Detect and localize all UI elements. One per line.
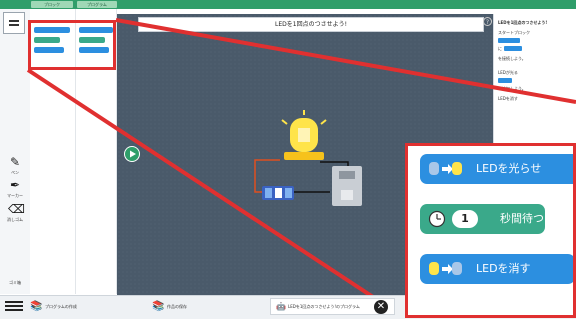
controller-icon [332, 166, 362, 206]
pen-icon[interactable]: ✎ [8, 155, 22, 169]
books-icon: 📚 [30, 301, 43, 312]
led-to-led-icon [429, 162, 462, 175]
trash-label[interactable]: ゴミ箱 [2, 280, 28, 286]
wait-seconds-value: 1 [452, 210, 478, 228]
palette-block-led-off[interactable] [34, 47, 64, 53]
bottom-tab-program[interactable]: LEDを1回点のつさせよう!のプログラム [288, 298, 360, 315]
lesson-title: LEDを1回点のつさせよう! [138, 17, 484, 32]
zoom-inset: LEDを光らせ 秒間待つ 1 LEDを消す [405, 143, 576, 318]
tab-program[interactable]: プログラム [77, 1, 117, 8]
battery-module-icon [262, 186, 294, 200]
instruction-block-chip [498, 38, 520, 43]
instruction-line: に [498, 46, 502, 51]
zoom-block-label: 秒間待つ [500, 212, 544, 225]
tab-blocks[interactable]: ブロック [31, 1, 73, 8]
marker-label: マーカー [7, 193, 23, 198]
menu-button[interactable] [3, 12, 25, 34]
instruction-block-chip [498, 78, 512, 83]
marker-icon[interactable]: ✒ [8, 178, 22, 192]
pen-label: ペン [11, 170, 19, 175]
led-off-icon [429, 262, 462, 275]
program-block-wait[interactable] [79, 37, 105, 43]
books-icon: 📚 [152, 301, 165, 312]
palette-block-wait[interactable] [34, 37, 60, 43]
zoom-block-label: LEDを消す [476, 262, 531, 275]
tool-rail [0, 9, 31, 294]
instruction-heading: LEDを1回点のつさせよう! [498, 20, 548, 25]
led-lamp-icon [281, 110, 327, 160]
eraser-label: 消しゴム [7, 217, 23, 222]
instruction-line: LEDを消す [498, 96, 518, 101]
timer-icon [428, 210, 446, 228]
robot-icon: 🤖 [276, 302, 286, 311]
close-icon[interactable]: ✕ [374, 300, 388, 314]
palette-block-led-on[interactable] [34, 27, 70, 33]
zoom-block-label: LEDを光らせ [476, 162, 542, 175]
instruction-line: スタートブロック [498, 30, 530, 35]
circuit-diagram [254, 110, 362, 206]
play-icon [125, 147, 139, 161]
eraser-icon[interactable]: ⌫ [8, 202, 25, 216]
instruction-line: LEDが光る [498, 70, 518, 75]
instruction-block-chip [504, 46, 522, 51]
instruction-line: を追加しよう。 [498, 86, 526, 91]
instruction-line: を接続しよう。 [498, 56, 526, 61]
hamburger-menu-icon[interactable] [5, 299, 23, 313]
bottom-tab-save[interactable]: 作品の保存 [167, 298, 187, 315]
play-button[interactable] [124, 146, 140, 162]
help-icon[interactable]: ? [483, 17, 492, 26]
program-block-led-off[interactable] [79, 47, 109, 53]
bottom-tab-create[interactable]: プログラムの作成 [45, 298, 77, 315]
program-block-led-on[interactable] [79, 27, 113, 33]
